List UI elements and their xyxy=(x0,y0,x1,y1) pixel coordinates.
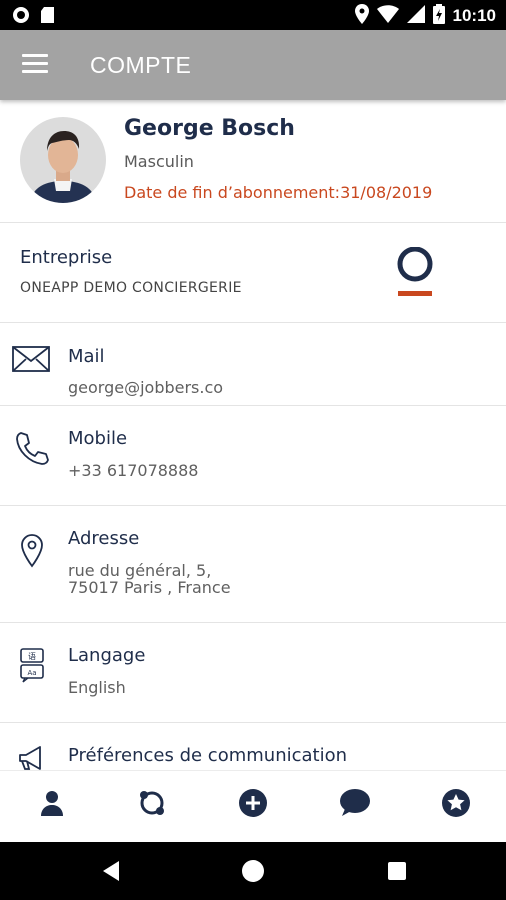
communication-preferences-row[interactable]: Préférences de communication xyxy=(0,723,506,770)
page-title: COMPTE xyxy=(90,52,192,78)
record-icon xyxy=(12,6,30,28)
company-name: ONEAPP DEMO CONCIERGERIE xyxy=(20,280,242,296)
system-navigation-bar xyxy=(0,842,506,900)
svg-text:语: 语 xyxy=(28,651,36,661)
avatar[interactable] xyxy=(20,117,106,203)
address-row[interactable]: Adresse rue du général, 5, 75017 Paris ,… xyxy=(0,506,506,623)
address-line-2: 75017 Paris , France xyxy=(68,578,231,597)
recents-icon[interactable] xyxy=(383,857,411,885)
person-icon[interactable] xyxy=(32,783,72,823)
back-icon[interactable] xyxy=(97,857,125,885)
hamburger-menu-icon[interactable] xyxy=(22,54,48,76)
status-time: 10:10 xyxy=(452,6,496,25)
megaphone-icon xyxy=(12,743,52,770)
home-icon[interactable] xyxy=(239,857,267,885)
company-section: Entreprise ONEAPP DEMO CONCIERGERIE xyxy=(0,223,506,323)
company-logo xyxy=(394,246,436,299)
language-icon: 语 Aa xyxy=(12,645,52,685)
bottom-navigation xyxy=(0,770,506,842)
communication-preferences-label: Préférences de communication xyxy=(68,745,348,766)
mobile-label: Mobile xyxy=(68,428,128,449)
location-icon xyxy=(354,4,369,28)
svg-text:Aa: Aa xyxy=(27,669,36,677)
add-circle-icon[interactable] xyxy=(233,783,273,823)
subscription-end-date: Date de fin d’abonnement:31/08/2019 xyxy=(124,183,433,202)
profile-header: George Bosch Masculin Date de fin d’abon… xyxy=(0,100,506,223)
refresh-icon[interactable] xyxy=(132,783,172,823)
language-row[interactable]: 语 Aa Langage English xyxy=(0,623,506,723)
phone-icon xyxy=(12,428,52,468)
language-value: English xyxy=(68,678,126,697)
mail-row[interactable]: Mail george@jobbers.co xyxy=(0,323,506,406)
status-bar: 10:10 xyxy=(0,0,506,30)
star-circle-icon[interactable] xyxy=(436,783,476,823)
location-pin-icon xyxy=(12,530,52,570)
wifi-icon xyxy=(376,5,399,27)
app-bar: COMPTE xyxy=(0,30,506,100)
battery-icon xyxy=(432,4,445,28)
mobile-row[interactable]: Mobile +33 617078888 xyxy=(0,406,506,506)
signal-icon xyxy=(406,5,425,27)
company-label: Entreprise xyxy=(20,247,113,268)
address-line-1: rue du général, 5, xyxy=(68,561,212,580)
mobile-value: +33 617078888 xyxy=(68,461,199,480)
mail-icon xyxy=(12,341,52,381)
chat-bubble-icon[interactable] xyxy=(335,783,375,823)
profile-name: George Bosch xyxy=(124,116,295,141)
address-label: Adresse xyxy=(68,528,140,549)
mail-value: george@jobbers.co xyxy=(68,378,224,397)
profile-gender: Masculin xyxy=(124,152,194,171)
sd-card-icon xyxy=(40,6,55,28)
language-label: Langage xyxy=(68,645,146,666)
mail-label: Mail xyxy=(68,346,105,367)
